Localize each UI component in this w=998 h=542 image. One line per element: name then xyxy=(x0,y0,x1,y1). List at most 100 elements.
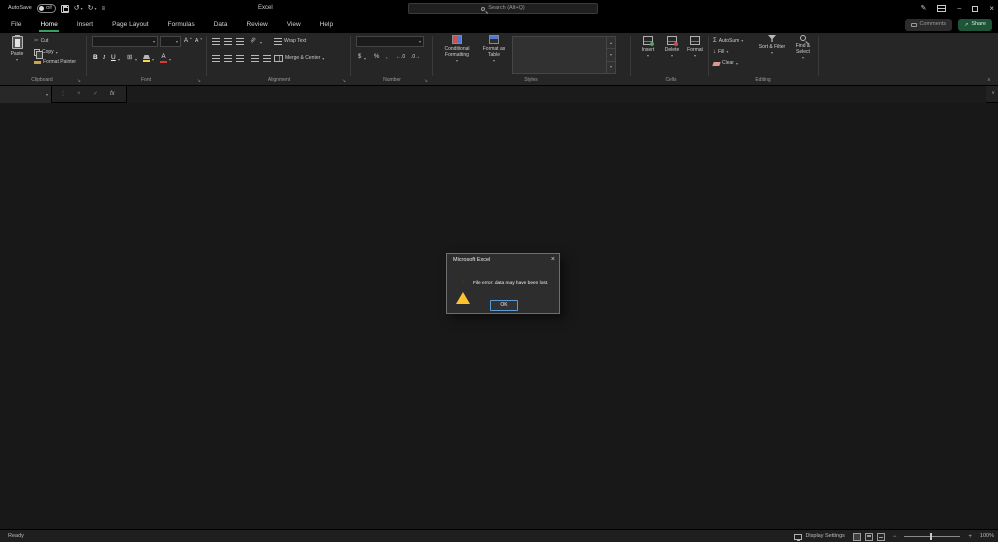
worksheet-area[interactable] xyxy=(0,104,998,529)
orientation-icon[interactable]: ab xyxy=(249,36,257,44)
bold-button[interactable]: B xyxy=(93,54,98,62)
borders-button[interactable]: ⊞ xyxy=(127,54,132,62)
underline-button[interactable]: U xyxy=(111,54,116,62)
minimize-icon[interactable]: – xyxy=(957,5,961,12)
fill-color-dropdown-icon[interactable]: ▾ xyxy=(152,58,154,62)
orientation-dropdown-icon[interactable]: ▾ xyxy=(260,41,262,45)
gallery-down-icon[interactable]: ▾ xyxy=(607,49,615,62)
middle-align-icon[interactable] xyxy=(224,38,232,45)
tab-help[interactable]: Help xyxy=(319,17,334,33)
top-align-icon[interactable] xyxy=(212,38,220,45)
italic-button[interactable]: I xyxy=(103,54,105,62)
draw-icon[interactable]: ✎ xyxy=(921,5,927,12)
gallery-more-icon[interactable]: ▾ xyxy=(607,62,615,73)
tab-insert[interactable]: Insert xyxy=(76,17,94,33)
autosum-button[interactable]: Σ AutoSum ▾ xyxy=(713,38,743,44)
copy-button[interactable]: Copy ▾ xyxy=(34,49,58,59)
redo-icon[interactable]: ↻ xyxy=(88,5,94,12)
quick-access-toolbar-icon[interactable]: ≡ xyxy=(102,6,106,12)
dialog-close-icon[interactable]: × xyxy=(551,256,555,263)
wrap-text-button[interactable]: Wrap Text xyxy=(274,38,306,45)
insert-cells-button[interactable]: Insert ▾ xyxy=(637,36,659,58)
formula-input[interactable] xyxy=(126,86,986,103)
zoom-in-icon[interactable]: + xyxy=(968,534,972,540)
cut-button[interactable]: ✂ Cut xyxy=(34,38,48,45)
accounting-dropdown-icon[interactable]: ▾ xyxy=(364,57,366,61)
enter-icon[interactable]: ✓ xyxy=(93,91,98,97)
zoom-out-icon[interactable]: − xyxy=(893,534,897,540)
zoom-slider-thumb[interactable] xyxy=(930,533,933,540)
window-layout-icon[interactable] xyxy=(937,5,947,12)
underline-dropdown-icon[interactable]: ▾ xyxy=(118,58,120,62)
page-break-view-icon[interactable] xyxy=(876,532,885,541)
autosave-toggle[interactable]: Off xyxy=(36,4,56,13)
number-format-combo[interactable]: ▾ xyxy=(356,36,424,47)
display-settings-button[interactable]: Display Settings xyxy=(794,533,845,541)
format-as-table-button[interactable]: Format as Table ▾ xyxy=(478,35,510,63)
align-center-icon[interactable] xyxy=(224,55,232,62)
undo-icon[interactable]: ↺ xyxy=(74,5,80,12)
find-select-button[interactable]: Find & Select ▾ xyxy=(789,35,817,60)
gallery-scroll-arrows[interactable]: ▴ ▾ ▾ xyxy=(606,37,615,73)
dialog-ok-button[interactable]: OK xyxy=(490,300,518,311)
tab-page-layout[interactable]: Page Layout xyxy=(111,17,150,33)
redo-dropdown-icon[interactable]: ▾ xyxy=(95,6,97,11)
align-left-icon[interactable] xyxy=(212,55,220,62)
normal-view-icon[interactable] xyxy=(852,532,861,541)
font-size-combo[interactable]: ▾ xyxy=(160,36,181,47)
fill-color-button[interactable] xyxy=(143,55,150,62)
tab-view[interactable]: View xyxy=(286,17,302,33)
close-icon[interactable]: × xyxy=(989,4,994,13)
collapse-ribbon-icon[interactable]: ∧ xyxy=(987,78,991,83)
save-icon[interactable] xyxy=(60,4,69,13)
number-dialog-launcher-icon[interactable]: ↘ xyxy=(424,78,428,84)
page-layout-view-icon[interactable] xyxy=(864,532,873,541)
font-color-button[interactable]: A xyxy=(160,54,167,63)
alignment-dialog-launcher-icon[interactable]: ↘ xyxy=(342,78,346,84)
increase-decimal-button[interactable]: ←.0 xyxy=(396,55,405,60)
formula-bar-divider-icon[interactable]: ⋮ xyxy=(60,91,66,97)
borders-dropdown-icon[interactable]: ▾ xyxy=(135,58,137,62)
conditional-formatting-button[interactable]: Conditional Formatting ▾ xyxy=(438,35,476,63)
cell-styles-gallery[interactable]: ▴ ▾ ▾ xyxy=(512,36,616,74)
zoom-slider[interactable] xyxy=(904,533,961,540)
merge-center-button[interactable]: Merge & Center ▾ xyxy=(274,55,324,62)
grow-font-button[interactable]: A ▴ xyxy=(184,36,192,44)
tab-home[interactable]: Home xyxy=(39,17,60,33)
search-box[interactable]: Search (Alt+Q) xyxy=(408,3,598,14)
shrink-font-button[interactable]: A ▾ xyxy=(195,37,202,44)
zoom-level[interactable]: 100% xyxy=(980,533,994,540)
font-color-dropdown-icon[interactable]: ▾ xyxy=(169,58,171,62)
font-name-combo[interactable]: ▾ xyxy=(92,36,158,47)
insert-function-icon[interactable]: fx xyxy=(110,91,115,97)
tab-file[interactable]: File xyxy=(10,17,22,33)
undo-dropdown-icon[interactable]: ▾ xyxy=(81,6,83,11)
decrease-decimal-button[interactable]: .0→ xyxy=(411,55,420,60)
percent-style-button[interactable]: % xyxy=(374,54,379,60)
font-dialog-launcher-icon[interactable]: ↘ xyxy=(197,78,201,84)
share-button[interactable]: ↗ Share xyxy=(958,19,992,31)
accounting-format-button[interactable]: $ xyxy=(358,54,361,60)
format-cells-button[interactable]: Format ▾ xyxy=(684,36,706,58)
bottom-align-icon[interactable] xyxy=(236,38,244,45)
restore-icon[interactable] xyxy=(972,5,979,12)
fill-button[interactable]: ↓ Fill ▾ xyxy=(713,49,728,55)
tab-formulas[interactable]: Formulas xyxy=(167,17,196,33)
format-painter-button[interactable]: Format Painter xyxy=(34,60,76,65)
clear-button[interactable]: Clear ▾ xyxy=(712,61,738,66)
gallery-up-icon[interactable]: ▴ xyxy=(607,37,615,50)
expand-formula-bar-icon[interactable]: ∨ xyxy=(991,91,995,96)
delete-cells-button[interactable]: Delete ▾ xyxy=(661,36,683,58)
tab-review[interactable]: Review xyxy=(245,17,268,33)
decrease-indent-icon[interactable] xyxy=(251,55,259,62)
clipboard-dialog-launcher-icon[interactable]: ↘ xyxy=(77,78,81,84)
tab-data[interactable]: Data xyxy=(213,17,229,33)
comments-button[interactable]: Comments xyxy=(904,19,953,31)
comma-style-button[interactable]: , xyxy=(386,54,388,60)
increase-indent-icon[interactable] xyxy=(263,55,271,62)
sort-filter-button[interactable]: Sort & Filter ▾ xyxy=(758,35,786,55)
paste-button[interactable]: Paste ▾ xyxy=(4,35,30,62)
cancel-icon[interactable]: × xyxy=(77,91,81,97)
align-right-icon[interactable] xyxy=(236,55,244,62)
name-box[interactable]: ▾ xyxy=(0,86,52,103)
